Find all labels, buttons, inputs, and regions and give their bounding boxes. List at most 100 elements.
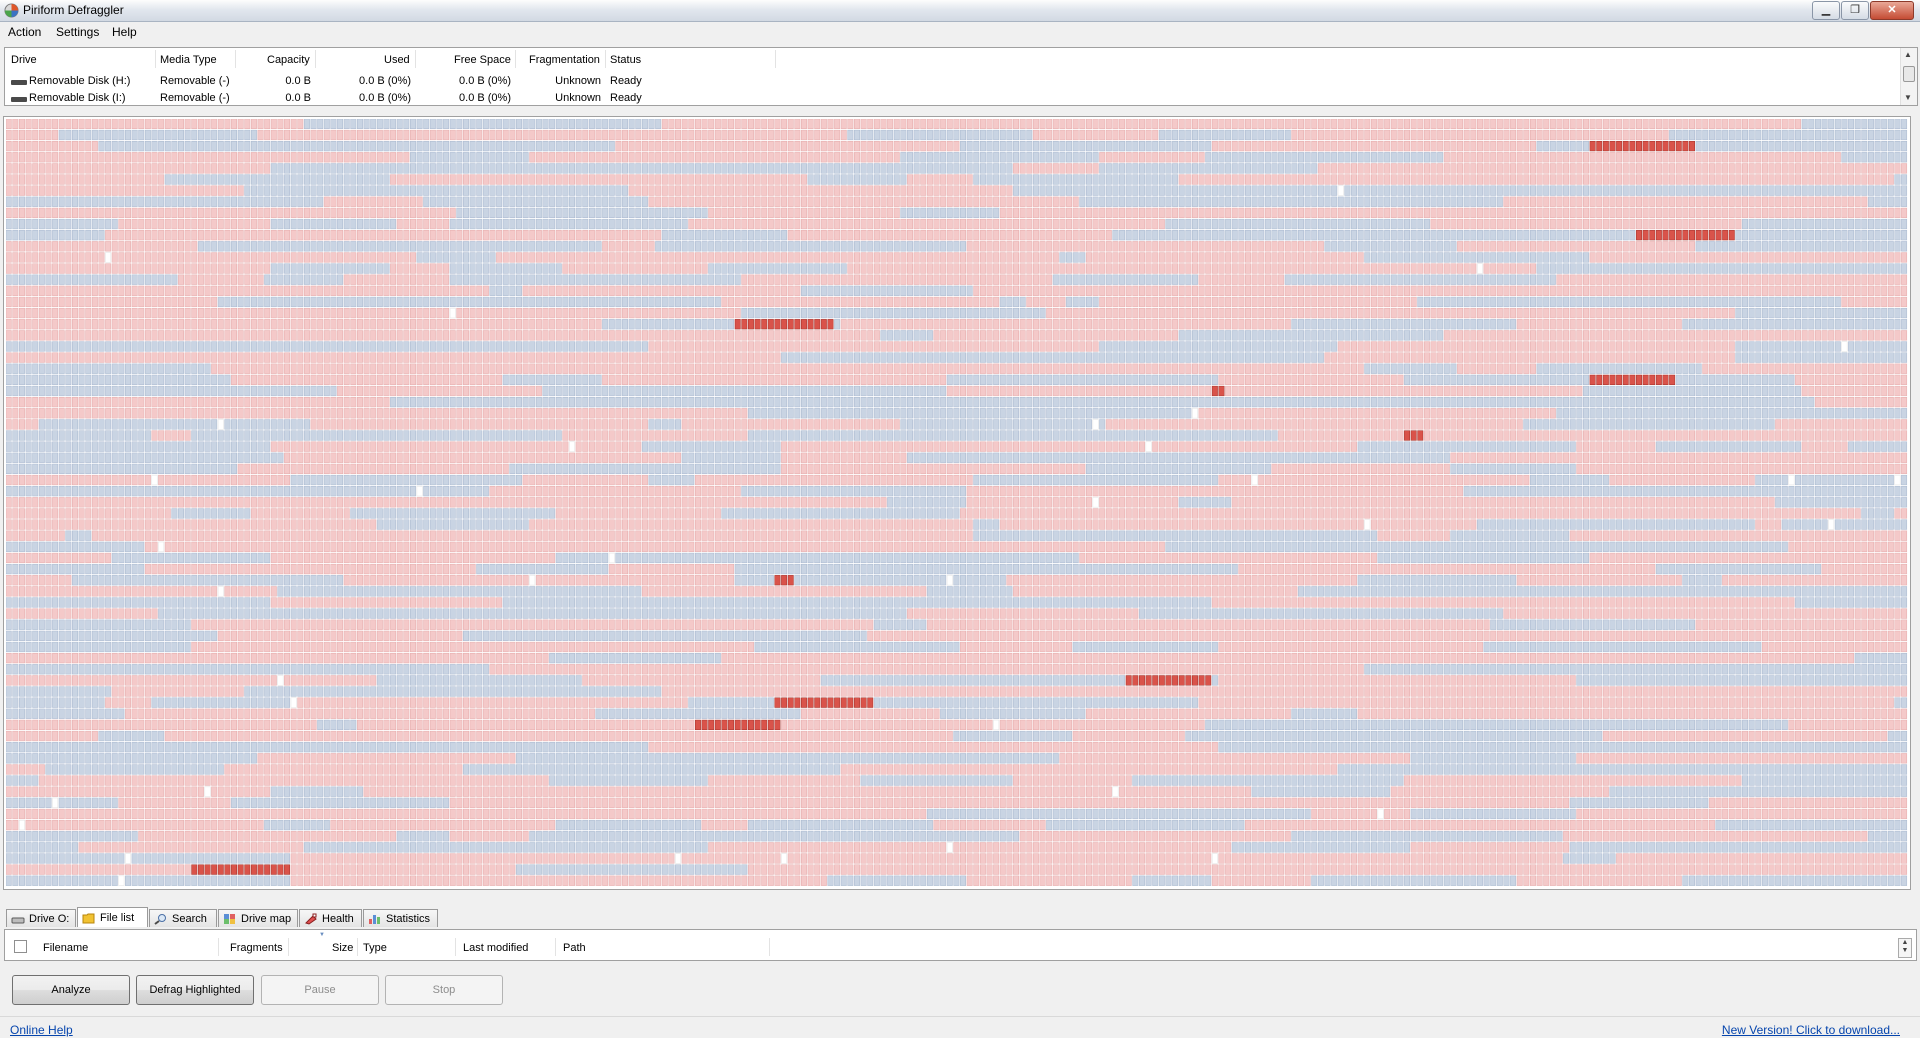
used-block[interactable] [742, 286, 747, 296]
free-block[interactable] [1199, 141, 1204, 151]
free-block[interactable] [576, 241, 581, 251]
used-block[interactable] [715, 152, 720, 162]
free-block[interactable] [1888, 197, 1893, 207]
used-block[interactable] [198, 186, 203, 196]
used-block[interactable] [158, 208, 163, 218]
free-block[interactable] [317, 275, 322, 285]
used-block[interactable] [1000, 208, 1005, 218]
free-block[interactable] [344, 264, 349, 274]
free-block[interactable] [351, 264, 356, 274]
used-block[interactable] [841, 197, 846, 207]
used-block[interactable] [742, 175, 747, 185]
used-block[interactable] [967, 119, 972, 129]
free-block[interactable] [463, 164, 468, 174]
used-block[interactable] [1636, 208, 1641, 218]
used-block[interactable] [1689, 152, 1694, 162]
used-block[interactable] [1729, 175, 1734, 185]
used-block[interactable] [1053, 119, 1058, 129]
used-block[interactable] [1630, 286, 1635, 296]
free-block[interactable] [980, 208, 985, 218]
used-block[interactable] [1616, 130, 1621, 140]
used-block[interactable] [1875, 297, 1880, 307]
free-block[interactable] [238, 297, 243, 307]
free-block[interactable] [1404, 197, 1409, 207]
used-block[interactable] [1225, 275, 1230, 285]
used-block[interactable] [39, 241, 44, 251]
free-block[interactable] [556, 297, 561, 307]
free-block[interactable] [1232, 164, 1237, 174]
used-block[interactable] [828, 275, 833, 285]
free-block[interactable] [1570, 186, 1575, 196]
free-block[interactable] [1570, 230, 1575, 240]
used-block[interactable] [901, 230, 906, 240]
used-block[interactable] [841, 130, 846, 140]
fragmented-block[interactable] [1643, 230, 1648, 240]
free-block[interactable] [1378, 152, 1383, 162]
used-block[interactable] [1875, 164, 1880, 174]
used-block[interactable] [1312, 141, 1317, 151]
free-block[interactable] [609, 297, 614, 307]
free-block[interactable] [1444, 241, 1449, 251]
free-block[interactable] [1517, 275, 1522, 285]
used-block[interactable] [801, 230, 806, 240]
used-block[interactable] [1597, 164, 1602, 174]
used-block[interactable] [874, 275, 879, 285]
free-block[interactable] [1563, 230, 1568, 240]
used-block[interactable] [1835, 197, 1840, 207]
used-block[interactable] [139, 208, 144, 218]
used-block[interactable] [139, 219, 144, 229]
free-block[interactable] [1179, 197, 1184, 207]
free-block[interactable] [278, 141, 283, 151]
used-block[interactable] [377, 308, 382, 318]
used-block[interactable] [1325, 175, 1330, 185]
used-block[interactable] [152, 219, 157, 229]
free-block[interactable] [987, 175, 992, 185]
used-block[interactable] [1703, 219, 1708, 229]
used-block[interactable] [748, 275, 753, 285]
free-block[interactable] [1424, 219, 1429, 229]
free-block[interactable] [1318, 219, 1323, 229]
free-block[interactable] [311, 197, 316, 207]
used-block[interactable] [516, 253, 521, 263]
used-block[interactable] [841, 208, 846, 218]
free-block[interactable] [583, 141, 588, 151]
free-block[interactable] [636, 275, 641, 285]
free-block[interactable] [1650, 297, 1655, 307]
drive-list-scrollbar[interactable]: ▲ ▼ [1900, 48, 1917, 105]
free-block[interactable] [1192, 219, 1197, 229]
free-block[interactable] [46, 197, 51, 207]
used-block[interactable] [887, 219, 892, 229]
used-block[interactable] [79, 208, 84, 218]
free-block[interactable] [1398, 275, 1403, 285]
used-block[interactable] [788, 130, 793, 140]
free-block[interactable] [284, 186, 289, 196]
free-block[interactable] [1179, 186, 1184, 196]
used-block[interactable] [1643, 164, 1648, 174]
free-block[interactable] [1795, 186, 1800, 196]
used-block[interactable] [1537, 175, 1542, 185]
used-block[interactable] [1868, 286, 1873, 296]
used-block[interactable] [66, 297, 71, 307]
used-block[interactable] [1683, 241, 1688, 251]
used-block[interactable] [1179, 119, 1184, 129]
free-block[interactable] [675, 275, 680, 285]
used-block[interactable] [1245, 264, 1250, 274]
used-block[interactable] [1848, 164, 1853, 174]
free-block[interactable] [1497, 186, 1502, 196]
free-block[interactable] [457, 275, 462, 285]
used-block[interactable] [1424, 130, 1429, 140]
used-block[interactable] [993, 241, 998, 251]
free-block[interactable] [430, 297, 435, 307]
used-block[interactable] [907, 264, 912, 274]
used-block[interactable] [987, 241, 992, 251]
used-block[interactable] [742, 152, 747, 162]
used-block[interactable] [861, 152, 866, 162]
used-block[interactable] [609, 264, 614, 274]
free-block[interactable] [1888, 230, 1893, 240]
free-block[interactable] [1073, 152, 1078, 162]
free-block[interactable] [715, 264, 720, 274]
free-block[interactable] [457, 119, 462, 129]
free-block[interactable] [1219, 230, 1224, 240]
used-block[interactable] [218, 186, 223, 196]
free-block[interactable] [1020, 141, 1025, 151]
